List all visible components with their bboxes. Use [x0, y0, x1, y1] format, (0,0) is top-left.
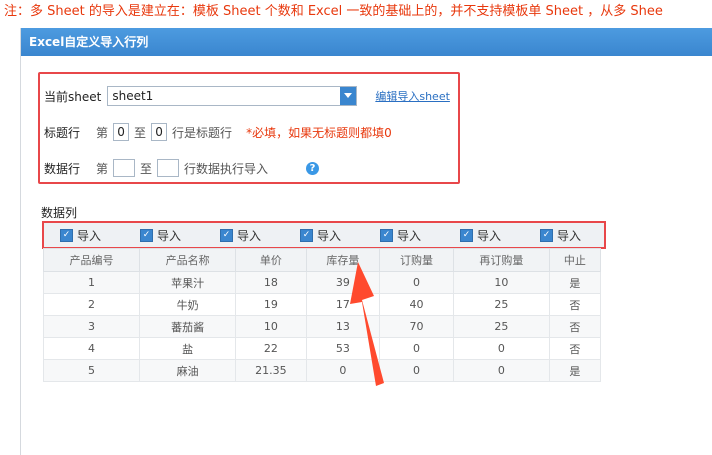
column-header: 再订购量 — [452, 248, 550, 272]
table-cell: 18 — [235, 271, 307, 294]
table-cell: 10 — [452, 271, 550, 294]
title-row-to-label: 至 — [134, 125, 147, 140]
data-row: 数据行 第 至 行数据执行导入 ? — [40, 158, 320, 178]
chevron-down-icon[interactable] — [340, 87, 357, 105]
table-cell: 0 — [305, 359, 381, 382]
settings-highlight-box: 当前sheet sheet1 编辑导入sheet 标题行 第 0 至 0 行是标… — [38, 72, 460, 184]
import-label: 导入 — [557, 228, 582, 243]
table-cell: 40 — [379, 293, 454, 316]
data-row-label: 数据行 — [44, 161, 81, 176]
table-cell: 是 — [548, 271, 602, 294]
table-row: 1 苹果汁 18 39 0 10 是 — [42, 271, 602, 294]
columns-label: 数据列 — [41, 206, 78, 220]
sheet-select-value: sheet1 — [112, 89, 154, 103]
sheet-label: 当前sheet — [44, 89, 102, 104]
checkmark-icon: ✓ — [380, 228, 393, 242]
import-label: 导入 — [77, 228, 102, 243]
data-row-to-label: 至 — [140, 161, 153, 176]
table-cell: 39 — [305, 271, 381, 294]
title-row-from-input[interactable]: 0 — [113, 123, 130, 141]
column-header: 中止 — [548, 248, 602, 272]
column-header: 产品名称 — [139, 248, 237, 272]
table-cell: 苹果汁 — [139, 271, 237, 294]
import-checkbox-2[interactable]: ✓ 导入 — [124, 227, 204, 244]
table-cell: 否 — [548, 315, 602, 338]
import-checkbox-7[interactable]: ✓ 导入 — [524, 227, 604, 244]
table-cell: 0 — [379, 337, 454, 360]
import-label: 导入 — [157, 228, 182, 243]
table-row: 4 盐 22 53 0 0 否 — [42, 337, 602, 360]
table-cell: 0 — [379, 359, 454, 382]
title-row-label: 标题行 — [44, 125, 81, 140]
table-cell: 0 — [452, 337, 550, 360]
table-cell: 53 — [305, 337, 381, 360]
table-cell: 是 — [548, 359, 602, 382]
checkmark-icon: ✓ — [540, 228, 553, 242]
data-row-to-input[interactable] — [157, 159, 180, 177]
data-row-suffix: 行数据执行导入 — [184, 161, 269, 176]
table-cell: 蕃茄酱 — [139, 315, 237, 338]
notice-text: 注：多 Sheet 的导入是建立在：模板 Sheet 个数和 Excel 一致的… — [4, 4, 663, 19]
checkmark-icon: ✓ — [220, 228, 233, 242]
import-label: 导入 — [397, 228, 422, 243]
table-cell: 牛奶 — [139, 293, 237, 316]
checkmark-icon: ✓ — [460, 228, 473, 242]
table-cell: 否 — [548, 293, 602, 316]
table-cell: 麻油 — [139, 359, 237, 382]
import-checkbox-3[interactable]: ✓ 导入 — [204, 227, 284, 244]
checkmark-icon: ✓ — [60, 228, 73, 242]
table-cell: 19 — [235, 293, 307, 316]
table-cell: 0 — [452, 359, 550, 382]
import-label: 导入 — [317, 228, 342, 243]
title-row-suffix: 行是标题行 — [172, 125, 233, 140]
table-cell: 17 — [305, 293, 381, 316]
table-cell: 1 — [42, 271, 141, 294]
edit-sheet-link[interactable]: 编辑导入sheet — [375, 88, 450, 104]
column-header: 库存量 — [305, 248, 381, 272]
checkmark-icon: ✓ — [140, 228, 153, 242]
data-table: 产品编号 产品名称 单价 库存量 订购量 再订购量 中止 1 苹果汁 18 39… — [42, 248, 602, 382]
table-row: 2 牛奶 19 17 40 25 否 — [42, 293, 602, 316]
sheet-select[interactable]: sheet1 — [107, 86, 358, 106]
import-checkbox-row: ✓ 导入 ✓ 导入 ✓ 导入 ✓ 导入 ✓ 导入 ✓ 导入 ✓ 导入 — [42, 221, 606, 249]
table-cell: 5 — [42, 359, 141, 382]
checkmark-icon: ✓ — [300, 228, 313, 242]
data-row-from-input[interactable] — [113, 159, 136, 177]
table-cell: 0 — [379, 271, 454, 294]
import-label: 导入 — [237, 228, 262, 243]
excel-import-dialog: Excel自定义导入行列 当前sheet sheet1 编辑导入sheet 标题… — [20, 28, 712, 455]
required-note: *必填，如果无标题则都填0 — [246, 125, 392, 140]
column-header: 单价 — [235, 248, 307, 272]
title-row-prefix: 第 — [96, 125, 109, 140]
table-cell: 21.35 — [235, 359, 307, 382]
question-circle-icon[interactable]: ? — [306, 161, 320, 175]
import-checkbox-1[interactable]: ✓ 导入 — [44, 227, 124, 244]
import-label: 导入 — [477, 228, 502, 243]
table-cell: 22 — [235, 337, 307, 360]
dialog-title: Excel自定义导入行列 — [21, 28, 712, 56]
table-cell: 2 — [42, 293, 141, 316]
title-row: 标题行 第 0 至 0 行是标题行 *必填，如果无标题则都填0 — [40, 122, 392, 142]
table-cell: 25 — [452, 293, 550, 316]
column-header: 产品编号 — [42, 248, 141, 272]
table-cell: 70 — [379, 315, 454, 338]
import-checkbox-4[interactable]: ✓ 导入 — [284, 227, 364, 244]
table-row: 5 麻油 21.35 0 0 0 是 — [42, 359, 602, 382]
table-cell: 4 — [42, 337, 141, 360]
title-row-to-input[interactable]: 0 — [151, 123, 168, 141]
data-row-prefix: 第 — [96, 161, 109, 176]
import-checkbox-5[interactable]: ✓ 导入 — [364, 227, 444, 244]
table-row: 3 蕃茄酱 10 13 70 25 否 — [42, 315, 602, 338]
table-cell: 10 — [235, 315, 307, 338]
table-cell: 13 — [305, 315, 381, 338]
table-cell: 3 — [42, 315, 141, 338]
table-header-row: 产品编号 产品名称 单价 库存量 订购量 再订购量 中止 — [42, 248, 602, 272]
table-cell: 盐 — [139, 337, 237, 360]
column-header: 订购量 — [379, 248, 454, 272]
table-cell: 25 — [452, 315, 550, 338]
sheet-row: 当前sheet sheet1 编辑导入sheet — [40, 86, 450, 106]
import-checkbox-6[interactable]: ✓ 导入 — [444, 227, 524, 244]
table-cell: 否 — [548, 337, 602, 360]
